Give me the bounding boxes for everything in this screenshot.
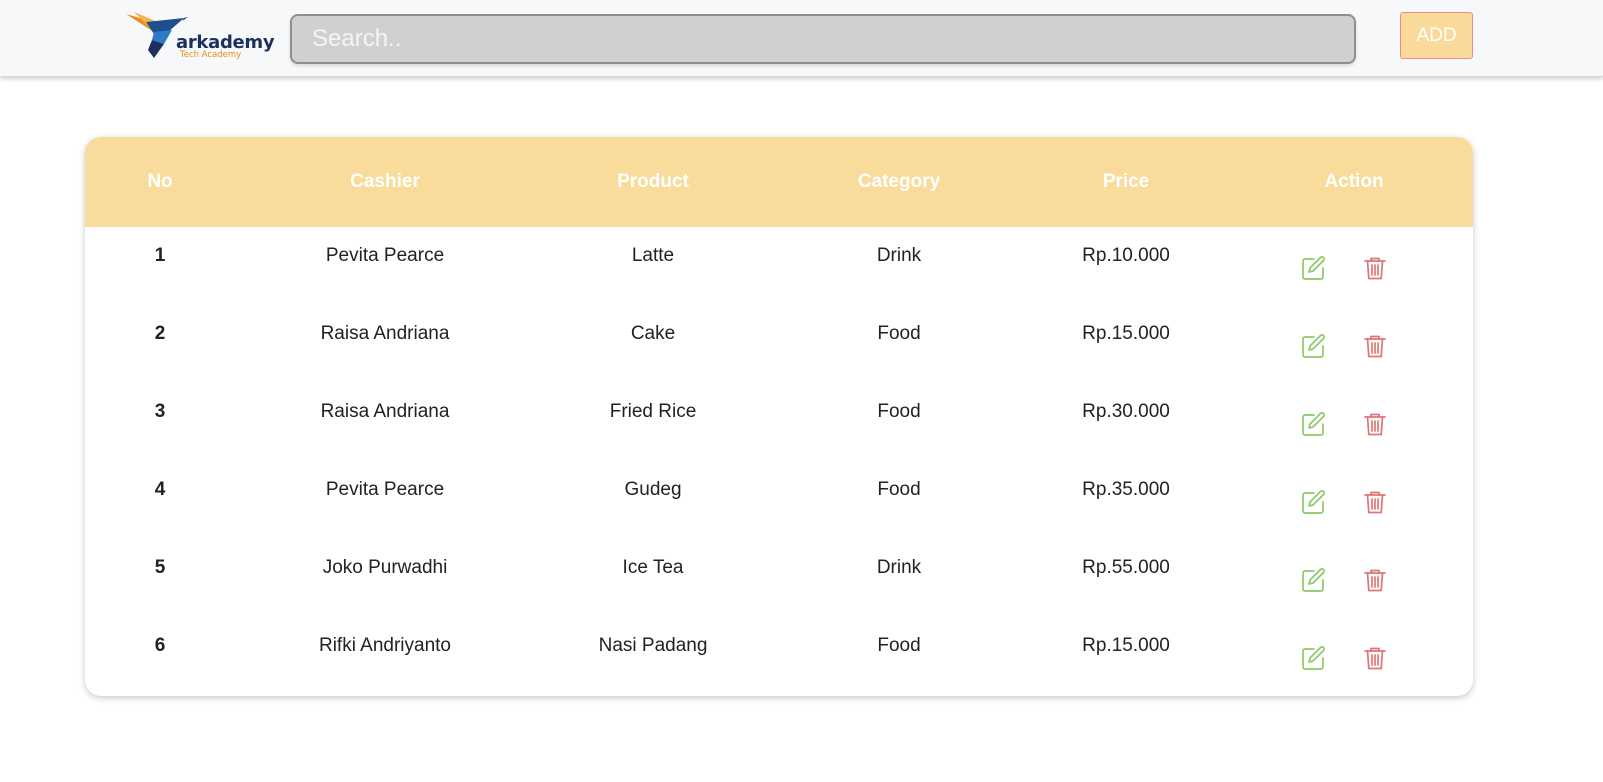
cell-price: Rp.15.000 [1082,635,1170,656]
cell-price: Rp.35.000 [1082,479,1170,500]
column-header-category: Category [857,171,941,192]
edit-icon[interactable] [1299,566,1327,594]
trash-icon[interactable] [1361,254,1389,282]
cell-cashier: Raisa Andriana [320,323,450,344]
cell-product: Nasi Padang [598,635,708,656]
cell-no: 3 [154,401,166,422]
trash-icon[interactable] [1361,410,1389,438]
cell-price: Rp.30.000 [1082,401,1170,422]
logo-tagline: Tech Academy [180,50,242,60]
add-button[interactable]: ADD [1400,12,1473,59]
cell-cashier: Raisa Andriana [320,401,450,422]
cell-price: Rp.15.000 [1082,323,1170,344]
cell-product: Ice Tea [622,557,684,578]
trash-icon[interactable] [1361,332,1389,360]
table-row: 2 Raisa Andriana Cake Food Rp.15.000 [85,305,1473,383]
cell-category: Food [877,635,921,656]
edit-icon[interactable] [1299,488,1327,516]
cell-cashier: Pevita Pearce [325,479,445,500]
cell-cashier: Rifki Andriyanto [318,635,452,656]
cell-no: 2 [154,323,166,344]
table-row: 5 Joko Purwadhi Ice Tea Drink Rp.55.000 [85,539,1473,617]
cell-no: 6 [154,635,166,656]
cell-no: 1 [154,245,166,266]
cell-category: Drink [876,557,922,578]
table-row: 3 Raisa Andriana Fried Rice Food Rp.30.000 [85,383,1473,461]
cell-category: Food [877,401,921,422]
column-header-price: Price [1102,171,1150,192]
cell-price: Rp.10.000 [1082,245,1170,266]
arkademy-logo[interactable]: arkademy Tech Academy [124,10,284,62]
edit-icon[interactable] [1299,254,1327,282]
top-navbar: arkademy Tech Academy ADD [0,0,1603,77]
cell-category: Food [877,479,921,500]
cell-product: Gudeg [624,479,682,500]
table-row: 1 Pevita Pearce Latte Drink Rp.10.000 [85,227,1473,305]
products-table-card: No Cashier Product Category Price Action… [85,137,1473,696]
cell-category: Drink [876,245,922,266]
edit-icon[interactable] [1299,644,1327,672]
trash-icon[interactable] [1361,566,1389,594]
cell-no: 4 [154,479,166,500]
table-row: 4 Pevita Pearce Gudeg Food Rp.35.000 [85,461,1473,539]
cell-product: Latte [631,245,675,266]
cell-cashier: Joko Purwadhi [322,557,448,578]
column-header-action: Action [1324,171,1384,192]
search-input[interactable] [290,14,1356,64]
table-row: 6 Rifki Andriyanto Nasi Padang Food Rp.15.00… [85,617,1473,695]
column-header-no: No [147,171,173,192]
cell-product: Cake [630,323,676,344]
cell-product: Fried Rice [609,401,697,422]
cell-category: Food [877,323,921,344]
edit-icon[interactable] [1299,332,1327,360]
cell-no: 5 [154,557,166,578]
column-header-product: Product [617,171,689,192]
edit-icon[interactable] [1299,410,1327,438]
column-header-cashier: Cashier [350,171,420,192]
cell-cashier: Pevita Pearce [325,245,445,266]
trash-icon[interactable] [1361,488,1389,516]
trash-icon[interactable] [1361,644,1389,672]
table-header: No Cashier Product Category Price Action [85,137,1473,227]
cell-price: Rp.55.000 [1082,557,1170,578]
